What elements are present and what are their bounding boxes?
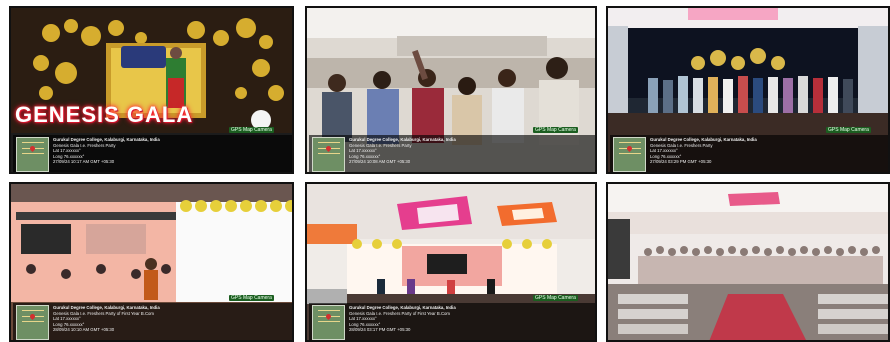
map-thumbnail — [312, 137, 345, 172]
photo-stage-gala: GENESIS GALA GPS Map Camera Gurukul Degr… — [9, 6, 294, 174]
gps-overlay: Gurukul Degree College, Kalaburgi, Karna… — [309, 303, 595, 340]
overlay-datetime: 28/09/24 10:10 AM GMT +05:30 — [53, 327, 115, 333]
gps-overlay: Gurukul Degree College, Kalaburgi, Karna… — [13, 303, 292, 340]
photo-dancing-crowd: GPS Map Camera Gurukul Degree College, K… — [305, 6, 597, 174]
photo-pink-stage: GPS Map Camera Gurukul Degree College, K… — [9, 182, 294, 342]
gps-map-camera-badge: GPS Map Camera — [826, 127, 871, 133]
overlay-datetime: 27/09/24 10:08 AM GMT +05:30 — [349, 159, 411, 165]
gps-map-camera-badge: GPS Map Camera — [229, 295, 274, 301]
map-thumbnail — [312, 305, 345, 340]
gps-overlay: Gurukul Degree College, Kalaburgi, Karna… — [610, 135, 888, 172]
gps-map-camera-badge: GPS Map Camera — [533, 295, 578, 301]
photo-group-stage: GPS Map Camera Gurukul Degree College, K… — [606, 6, 890, 174]
gps-overlay: Gurukul Degree College, Kalaburgi, Karna… — [309, 135, 595, 172]
photo-auditorium-group — [606, 182, 890, 342]
auditorium-group-illustration — [608, 184, 888, 340]
map-thumbnail — [613, 137, 646, 172]
genesis-gala-text: GENESIS GALA — [15, 102, 194, 127]
gps-map-camera-badge: GPS Map Camera — [229, 127, 274, 133]
photo-hall-dance: GPS Map Camera Gurukul Degree College, K… — [305, 182, 597, 342]
map-thumbnail — [16, 137, 49, 172]
map-thumbnail — [16, 305, 49, 340]
gps-overlay: Gurukul Degree College, Kalaburgi, Karna… — [13, 135, 292, 172]
overlay-datetime: 27/09/24 03:29 PM GMT +05:30 — [650, 159, 712, 165]
overlay-datetime: 28/09/24 03:17 PM GMT +05:30 — [349, 327, 411, 333]
gps-map-camera-badge: GPS Map Camera — [533, 127, 578, 133]
overlay-datetime: 27/09/24 10:17 AM GMT +05:30 — [53, 159, 115, 165]
